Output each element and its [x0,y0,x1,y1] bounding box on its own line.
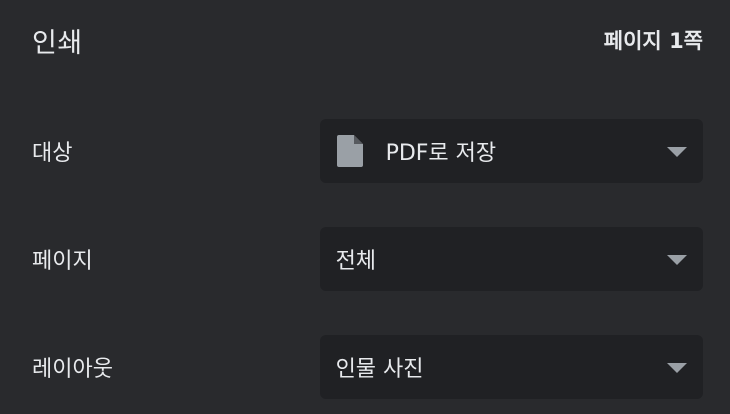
dialog-title: 인쇄 [32,27,83,59]
pages-value: 전체 [335,249,377,274]
pages-row: 페이지 전체 [32,227,703,291]
chevron-down-icon [667,363,687,373]
print-dialog: 인쇄 페이지 1쪽 대상 PDF로 저장 페이지 전체 레이아웃 인물 사진 [0,0,730,414]
pages-label: 페이지 [32,249,93,274]
page-count: 페이지 1쪽 [603,29,703,53]
destination-select[interactable]: PDF로 저장 [319,119,703,183]
layout-row: 레이아웃 인물 사진 [32,335,703,399]
chevron-down-icon [667,147,687,157]
destination-value: PDF로 저장 [385,141,497,166]
print-header: 인쇄 페이지 1쪽 [32,18,703,62]
chevron-down-icon [667,255,687,265]
layout-value: 인물 사진 [335,357,424,382]
destination-row: 대상 PDF로 저장 [32,119,703,183]
destination-label: 대상 [32,141,73,166]
layout-select[interactable]: 인물 사진 [319,335,703,399]
document-icon [336,135,363,167]
layout-label: 레이아웃 [32,357,113,382]
pages-select[interactable]: 전체 [319,227,703,291]
